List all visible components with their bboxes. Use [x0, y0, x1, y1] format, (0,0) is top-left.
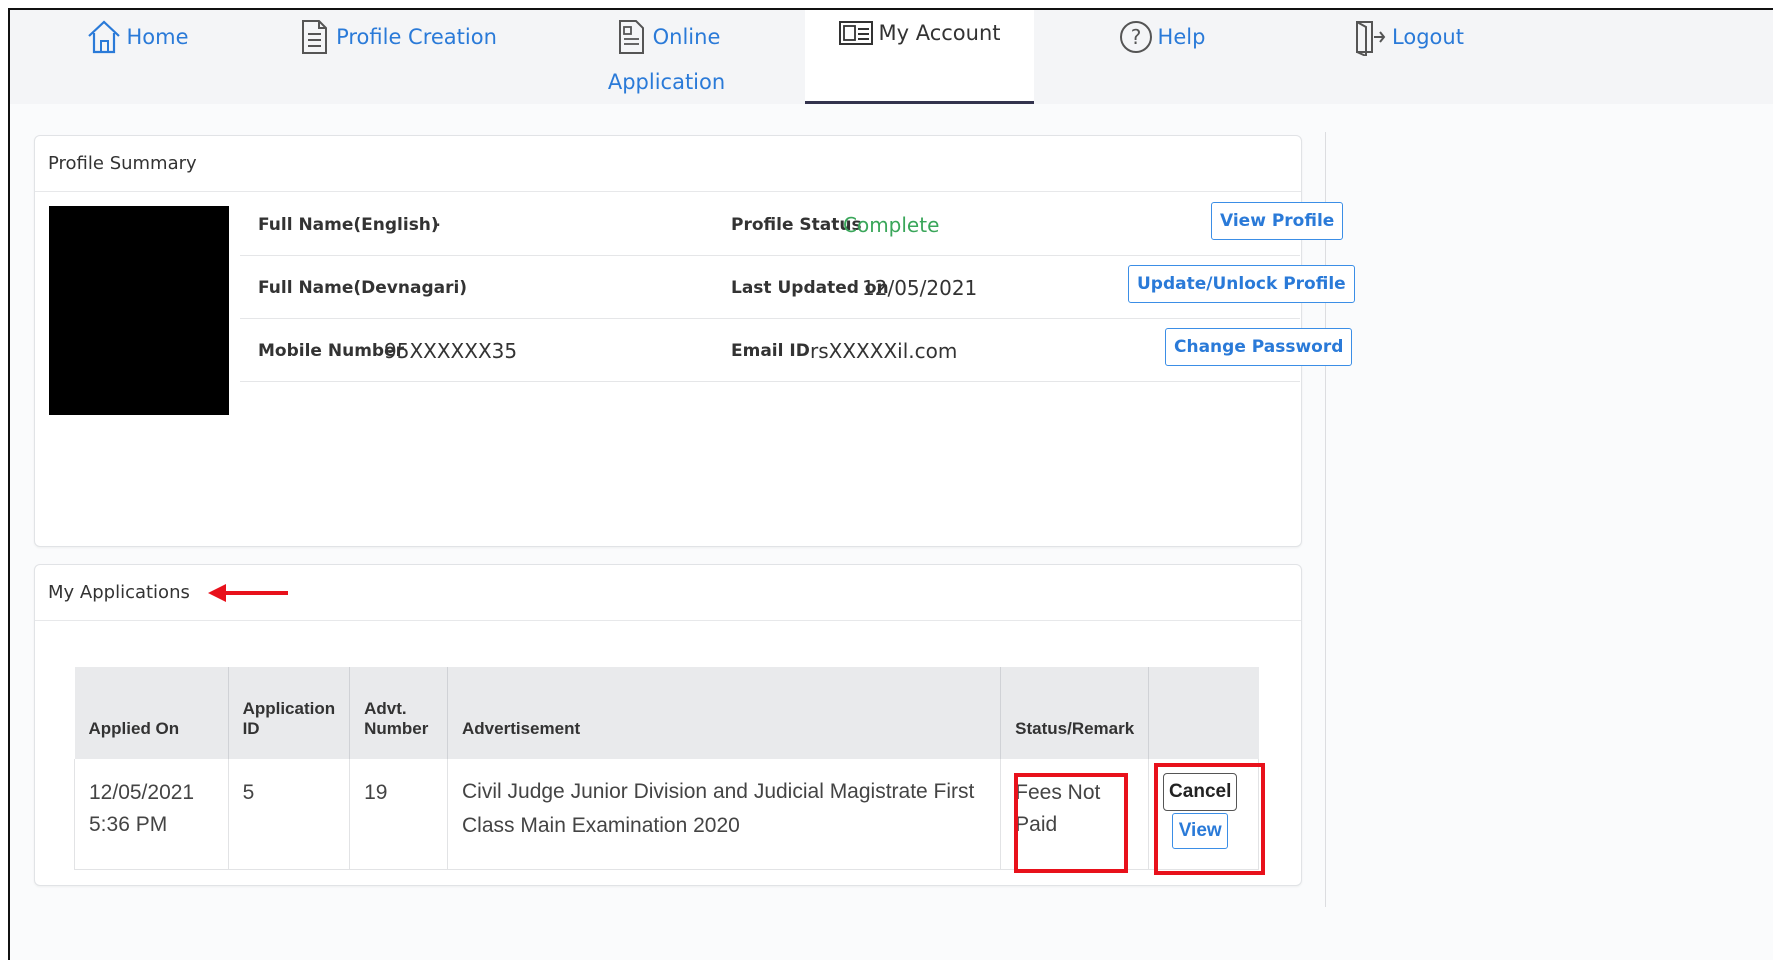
update-unlock-profile-button[interactable]: Update/Unlock Profile: [1128, 265, 1355, 303]
view-profile-button[interactable]: View Profile: [1211, 202, 1344, 240]
profile-status-value: Complete: [843, 213, 940, 237]
col-application-id-line2: ID: [242, 719, 260, 738]
col-advt-number-line2: Number: [364, 719, 429, 738]
id-card-icon: [839, 21, 874, 45]
nav-online-application[interactable]: Online Application: [528, 10, 805, 104]
col-application-id: Application ID: [228, 667, 351, 759]
email-id-label: Email ID: [731, 341, 810, 361]
full-name-devnagari-label: Full Name(Devnagari): [258, 278, 468, 298]
mobile-number-value: 95XXXXXX35: [384, 339, 518, 363]
top-nav: Home Profile Creation Online Application…: [10, 10, 1773, 104]
my-applications-title: My Applications: [48, 582, 190, 603]
table-header-row: Applied On Application ID Advt. Number A…: [74, 667, 1259, 759]
status-highlight-box: [1014, 773, 1128, 873]
nav-online-label-2: Application: [607, 70, 726, 94]
cell-advt-number: 19: [349, 759, 449, 870]
nav-my-account-label: My Account: [878, 21, 1001, 45]
actions-highlight-box: [1154, 763, 1265, 875]
nav-online-label-1: Online: [652, 25, 721, 49]
applied-time: 5:36 PM: [89, 813, 168, 836]
applied-date: 12/05/2021: [89, 781, 195, 804]
nav-logout[interactable]: Logout: [1289, 10, 1527, 104]
last-updated-value: 12/05/2021: [862, 276, 978, 300]
content-divider: [1325, 132, 1326, 907]
col-advertisement: Advertisement: [447, 667, 1002, 759]
nav-help[interactable]: ? Help: [1034, 10, 1289, 104]
col-actions: [1148, 667, 1259, 759]
full-name-english-label: Full Name(English): [258, 215, 439, 235]
col-advt-number-line1: Advt.: [364, 699, 407, 718]
svg-text:?: ?: [1130, 25, 1141, 49]
full-name-english-value: .: [435, 207, 442, 231]
col-application-id-line1: Application: [242, 699, 336, 718]
cell-advertisement: Civil Judge Junior Division and Judicial…: [447, 759, 1002, 870]
nav-home[interactable]: Home: [10, 10, 265, 104]
nav-logout-label: Logout: [1392, 25, 1464, 49]
home-icon: [88, 20, 121, 54]
nav-help-label: Help: [1157, 25, 1206, 49]
form-icon: [618, 20, 644, 54]
col-status: Status/Remark: [1000, 667, 1150, 759]
cell-application-id: 5: [228, 759, 351, 870]
profile-photo: [49, 206, 229, 415]
profile-summary-heading: Profile Summary: [35, 136, 1301, 192]
nav-my-account[interactable]: My Account: [805, 10, 1034, 104]
profile-row-name-devnagari: Full Name(Devnagari) Last Updated on 12/…: [240, 256, 1355, 319]
nav-profile-creation[interactable]: Profile Creation: [265, 10, 528, 104]
profile-status-label: Profile Status: [731, 215, 862, 235]
col-applied-on: Applied On: [74, 667, 229, 759]
col-advt-number: Advt. Number: [349, 667, 449, 759]
profile-row-name-english: Full Name(English) . Profile Status Comp…: [240, 193, 1344, 256]
document-icon: [302, 20, 328, 54]
cell-applied-on: 12/05/2021 5:36 PM: [74, 759, 229, 870]
nav-profile-creation-label: Profile Creation: [336, 25, 497, 49]
annotation-arrow-icon: [207, 583, 288, 602]
change-password-button[interactable]: Change Password: [1165, 328, 1353, 366]
nav-home-label: Home: [126, 25, 189, 49]
profile-row-contact: Mobile Number 95XXXXXX35 Email ID rsXXXX…: [240, 319, 1353, 382]
email-id-value: rsXXXXXil.com: [810, 339, 958, 363]
help-icon: ?: [1119, 21, 1152, 53]
mobile-number-label: Mobile Number: [258, 341, 404, 361]
profile-summary-panel: Profile Summary Full Name(English) . Pro…: [34, 135, 1355, 547]
my-applications-heading: My Applications: [35, 565, 1301, 621]
logout-icon: [1356, 21, 1386, 56]
my-applications-panel: My Applications Applied On Application I…: [34, 564, 1302, 886]
